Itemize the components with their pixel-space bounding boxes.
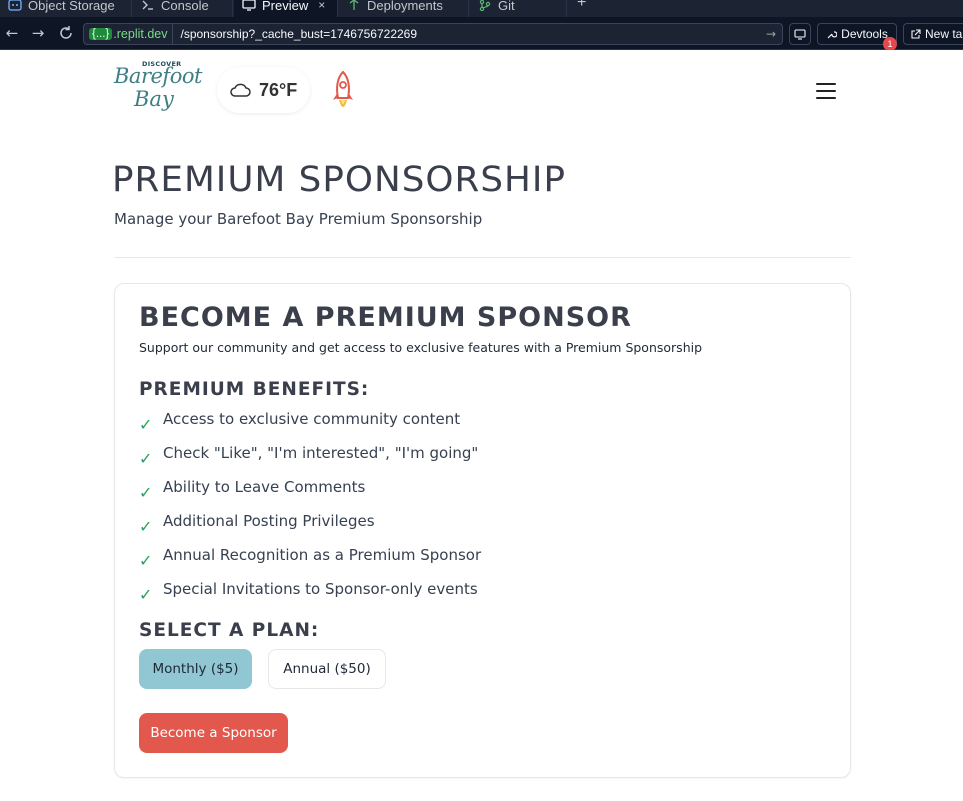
git-icon: [479, 0, 491, 11]
tab-object-storage[interactable]: Object Storage: [0, 0, 132, 17]
reload-icon[interactable]: [58, 25, 74, 41]
site-logo[interactable]: DISCOVER Barefoot Bay: [114, 58, 202, 118]
benefits-list: ✓ Access to exclusive community content …: [139, 410, 819, 614]
list-item: ✓ Check "Like", "I'm interested", "I'm g…: [139, 444, 819, 478]
monitor-icon: [242, 0, 256, 11]
sponsorship-card: BECOME A PREMIUM SPONSOR Support our com…: [114, 283, 851, 778]
forward-arrow-icon[interactable]: →: [30, 25, 46, 41]
hamburger-menu-icon[interactable]: [814, 81, 838, 101]
list-item: ✓ Annual Recognition as a Premium Sponso…: [139, 546, 819, 580]
become-sponsor-button[interactable]: Become a Sponsor: [139, 713, 288, 753]
tab-git[interactable]: Git: [470, 0, 567, 17]
card-subtitle: Support our community and get access to …: [139, 340, 703, 355]
list-item: ✓ Special Invitations to Sponsor-only ev…: [139, 580, 819, 614]
benefit-text: Additional Posting Privileges: [163, 512, 375, 530]
benefit-text: Special Invitations to Sponsor-only even…: [163, 580, 478, 598]
url-host: {...} .replit.dev: [84, 24, 174, 44]
tab-label: Git: [498, 0, 515, 13]
list-item: ✓ Additional Posting Privileges: [139, 512, 819, 546]
plan-heading: SELECT A PLAN:: [139, 620, 320, 641]
tab-console[interactable]: Console: [133, 0, 233, 17]
preview-url-bar: ← → {...} .replit.dev /sponsorship?_cach…: [0, 17, 963, 51]
tab-deployments[interactable]: Deployments: [339, 0, 469, 17]
tab-label: Console: [161, 0, 209, 13]
page-subtitle: Manage your Barefoot Bay Premium Sponsor…: [114, 210, 483, 228]
rocket-icon: [333, 70, 353, 107]
back-arrow-icon[interactable]: ←: [4, 25, 20, 41]
new-tab-label: New ta: [925, 27, 963, 41]
card-title: BECOME A PREMIUM SPONSOR: [139, 302, 632, 333]
plan-selector: Monthly ($5) Annual ($50): [139, 649, 386, 689]
ide-tab-bar: Object Storage Console Preview × Deploym…: [0, 0, 963, 17]
benefit-text: Check "Like", "I'm interested", "I'm goi…: [163, 444, 479, 462]
list-item: ✓ Access to exclusive community content: [139, 410, 819, 444]
divider: [114, 257, 851, 258]
new-tab-button[interactable]: New ta: [903, 23, 963, 45]
reload-icon-svg: [60, 26, 72, 39]
add-tab-button[interactable]: +: [577, 0, 586, 12]
page-title: PREMIUM SPONSORSHIP: [112, 160, 567, 200]
deployments-icon: [349, 0, 359, 10]
check-icon: ✓: [139, 585, 153, 604]
host-text: .replit.dev: [113, 27, 168, 41]
benefit-text: Access to exclusive community content: [163, 410, 461, 428]
check-icon: ✓: [139, 449, 153, 468]
benefit-text: Ability to Leave Comments: [163, 478, 366, 496]
go-arrow-icon[interactable]: →: [760, 27, 782, 41]
benefits-heading: PREMIUM BENEFITS:: [139, 379, 370, 400]
devtools-notification-badge: 1: [883, 37, 897, 51]
preview-page: DISCOVER Barefoot Bay 76°F PREMIUM SPONS…: [0, 50, 963, 801]
check-icon: ✓: [139, 415, 153, 434]
tab-label: Deployments: [367, 0, 443, 13]
logo-line-2: Bay: [134, 87, 174, 111]
tab-label: Object Storage: [28, 0, 115, 13]
plan-monthly-button[interactable]: Monthly ($5): [139, 649, 252, 689]
logo-line-1: Barefoot: [114, 64, 202, 88]
devtools-label: Devtools: [841, 27, 888, 41]
check-icon: ✓: [139, 551, 153, 570]
plan-annual-button[interactable]: Annual ($50): [268, 649, 386, 689]
weather-widget: 76°F: [217, 67, 310, 113]
wrench-icon: [827, 30, 838, 38]
benefit-text: Annual Recognition as a Premium Sponsor: [163, 546, 482, 564]
device-preview-button[interactable]: [789, 23, 811, 45]
weather-temperature: 76°F: [259, 79, 298, 100]
address-field[interactable]: {...} .replit.dev /sponsorship?_cache_bu…: [83, 23, 783, 45]
host-badge: {...}: [89, 28, 113, 40]
storage-icon: [8, 0, 22, 11]
url-path[interactable]: /sponsorship?_cache_bust=1746756722269: [173, 27, 760, 41]
external-link-icon: [911, 28, 921, 39]
monitor-icon: [794, 28, 806, 40]
tab-label: Preview: [262, 0, 309, 13]
check-icon: ✓: [139, 483, 153, 502]
terminal-icon: [142, 0, 153, 10]
check-icon: ✓: [139, 517, 153, 536]
tab-preview[interactable]: Preview ×: [234, 0, 338, 17]
list-item: ✓ Ability to Leave Comments: [139, 478, 819, 512]
cloud-icon: [230, 83, 251, 97]
close-icon[interactable]: ×: [318, 0, 325, 12]
